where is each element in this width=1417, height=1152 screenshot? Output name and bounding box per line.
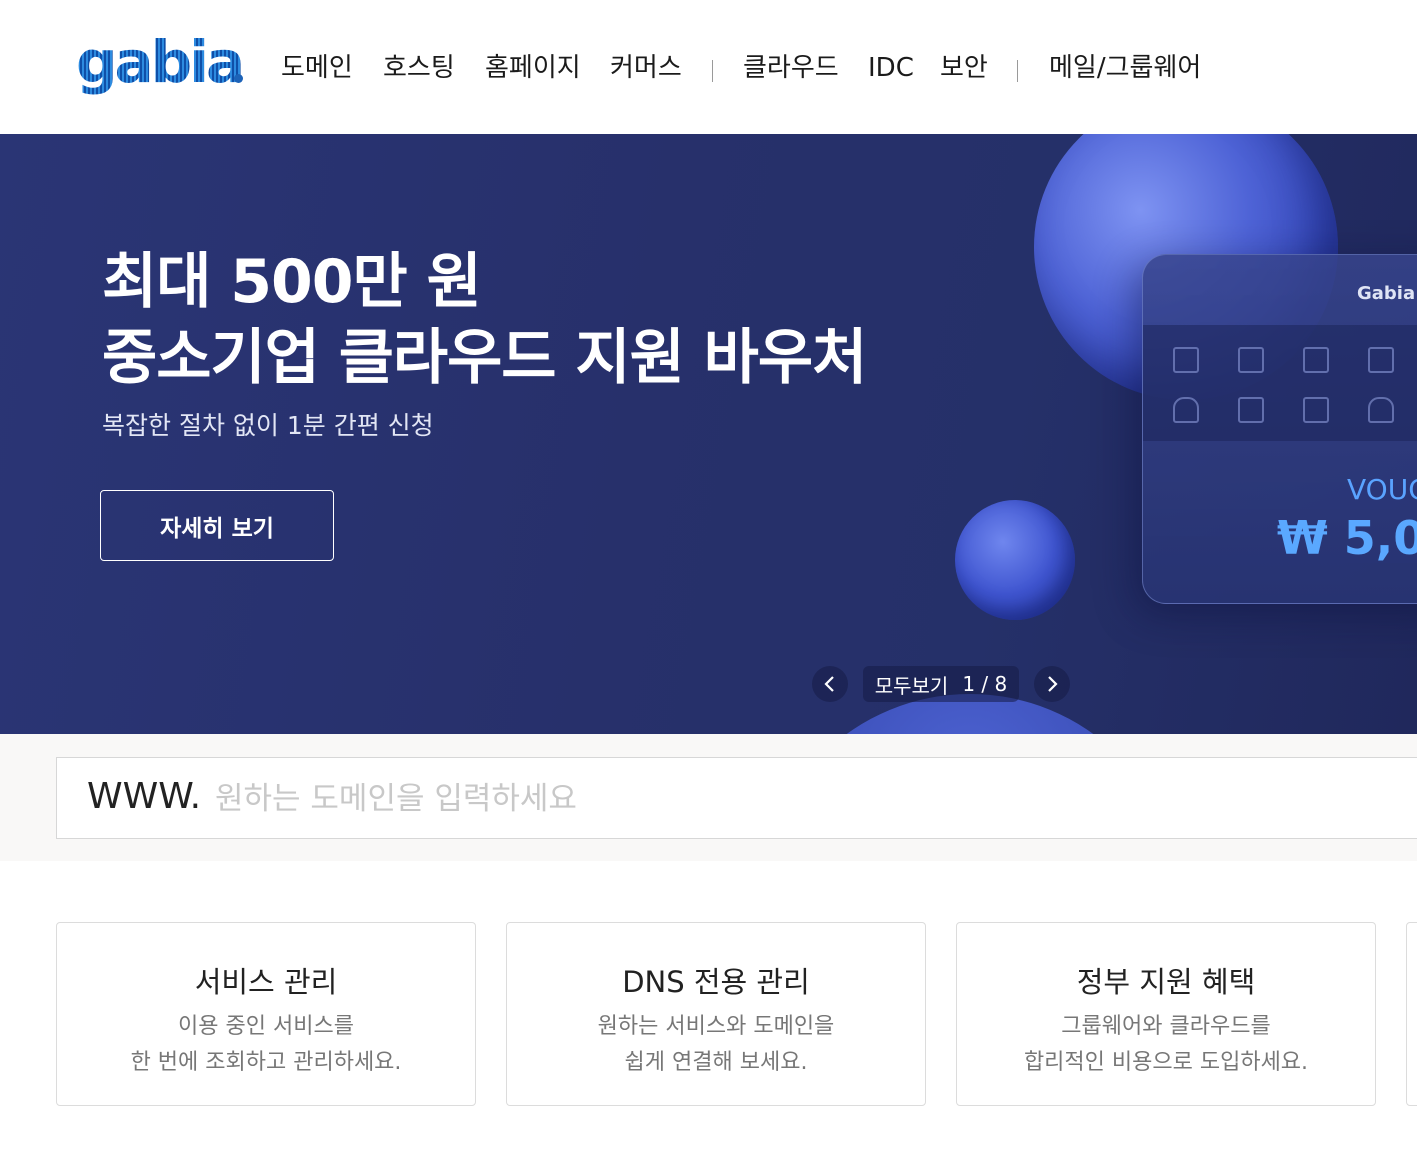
decorative-sphere <box>955 500 1075 620</box>
service-card-partial[interactable] <box>1406 922 1417 1106</box>
nav-cloud[interactable]: 클라우드 <box>743 48 839 88</box>
nav-hosting[interactable]: 호스팅 <box>383 48 455 88</box>
card-brand: Gabia <box>1357 283 1416 304</box>
gabia-logo[interactable]: gabia <box>76 28 248 102</box>
nav-commerce[interactable]: 커머스 <box>610 48 682 88</box>
nav-divider <box>712 60 713 82</box>
service-card-title: 정부 지원 혜택 <box>1076 965 1256 999</box>
nav-domain[interactable]: 도메인 <box>281 48 353 88</box>
card-icon-grid <box>1143 325 1417 441</box>
nav-divider <box>1017 60 1018 82</box>
storage-icon <box>1303 347 1329 373</box>
service-card-government-support[interactable]: 정부 지원 혜택 그룹웨어와 클라우드를 합리적인 비용으로 도입하세요. <box>956 922 1376 1106</box>
service-card-dns[interactable]: DNS 전용 관리 원하는 서비스와 도메인을 쉽게 연결해 보세요. <box>506 922 926 1106</box>
voucher-card-illustration: Gabia VOUC ₩ 5,00 <box>1142 254 1417 604</box>
www-prefix: WWW. <box>87 776 202 817</box>
prev-slide-button[interactable] <box>812 666 848 702</box>
server-icon <box>1173 347 1199 373</box>
view-all-label: 모두보기 <box>874 673 949 698</box>
nav-security[interactable]: 보안 <box>940 48 988 88</box>
site-header: gabia 도메인 호스팅 홈페이지 커머스 클라우드 IDC 보안 메일/그룹… <box>0 0 1417 134</box>
disk-icon <box>1368 347 1394 373</box>
domain-search-section: WWW. <box>0 734 1417 861</box>
view-all-button[interactable]: 모두보기 1 / 8 <box>863 666 1019 702</box>
cloud-server-icon <box>1173 397 1199 423</box>
view-details-button[interactable]: 자세히 보기 <box>100 490 334 561</box>
hero-subtitle: 복잡한 절차 없이 1분 간편 신청 <box>102 411 434 440</box>
nav-homepage[interactable]: 홈페이지 <box>485 48 581 88</box>
cloud-icon <box>1368 397 1394 423</box>
domain-search-input[interactable] <box>213 758 1417 840</box>
service-card-description: 이용 중인 서비스를 한 번에 조회하고 관리하세요. <box>130 1014 402 1075</box>
slide-counter: 1 / 8 <box>962 672 1008 696</box>
service-card-title: 서비스 관리 <box>194 965 338 999</box>
backup-icon <box>1303 397 1329 423</box>
hero-banner: Gabia VOUC ₩ 5,00 최대 500만 원 중소기업 클라우드 지원… <box>0 134 1417 734</box>
domain-search-box: WWW. <box>56 757 1417 840</box>
service-card-description: 그룹웨어와 클라우드를 합리적인 비용으로 도입하세요. <box>1023 1014 1309 1075</box>
next-slide-button[interactable] <box>1034 666 1070 702</box>
chevron-left-icon <box>824 676 834 692</box>
card-amount: ₩ 5,00 <box>1277 511 1417 565</box>
container-icon <box>1238 397 1264 423</box>
network-icon <box>1238 347 1264 373</box>
service-card-title: DNS 전용 관리 <box>622 965 810 999</box>
nav-mail-groupware[interactable]: 메일/그룹웨어 <box>1049 48 1201 88</box>
card-voucher-label: VOUC <box>1347 473 1417 506</box>
chevron-right-icon <box>1048 676 1058 692</box>
service-card-description: 원하는 서비스와 도메인을 쉽게 연결해 보세요. <box>597 1014 835 1075</box>
hero-title: 최대 500만 원 중소기업 클라우드 지원 바우처 <box>102 247 867 393</box>
nav-idc[interactable]: IDC <box>868 48 914 88</box>
service-card-management[interactable]: 서비스 관리 이용 중인 서비스를 한 번에 조회하고 관리하세요. <box>56 922 476 1106</box>
